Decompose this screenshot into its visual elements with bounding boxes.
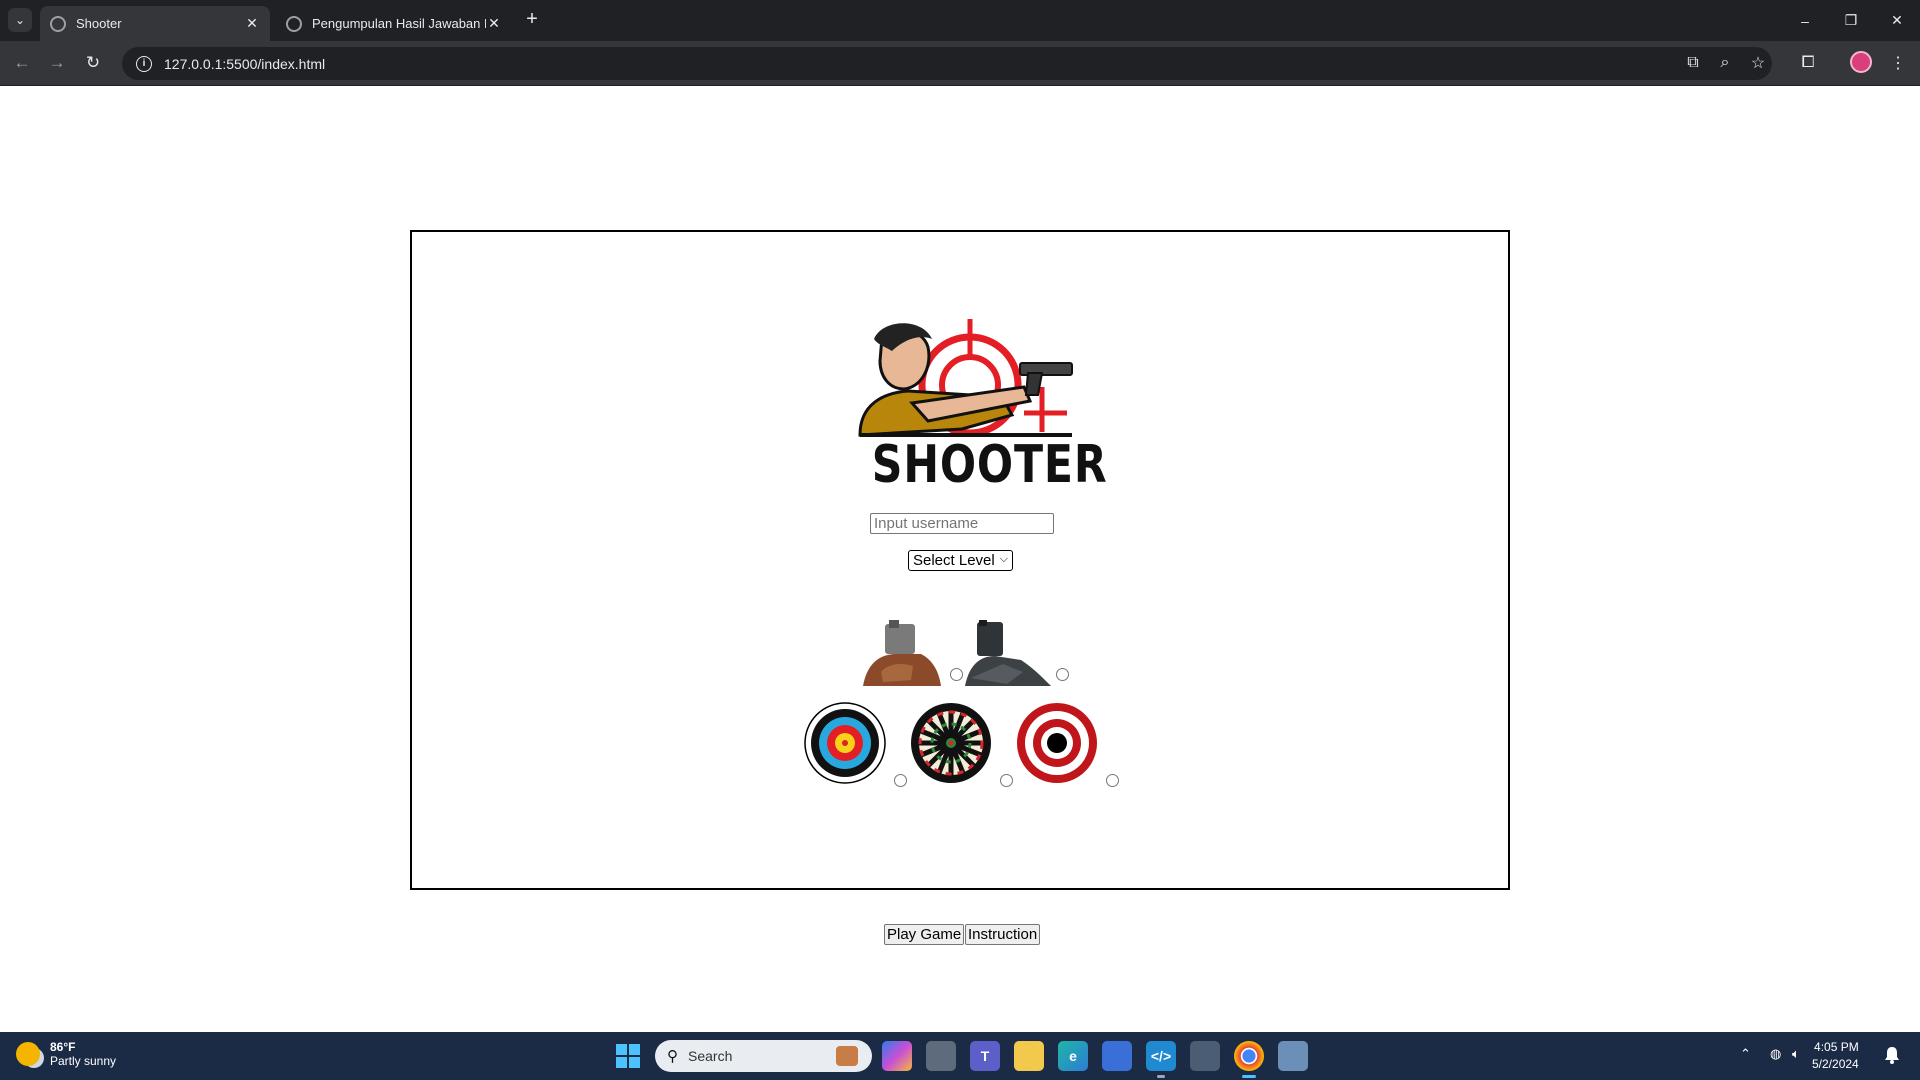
profile-avatar[interactable] <box>1850 51 1872 73</box>
minimize-button[interactable]: – <box>1782 0 1828 41</box>
globe-icon <box>286 15 302 32</box>
store-icon[interactable] <box>1102 1041 1132 1071</box>
archery-target-icon[interactable] <box>804 702 886 784</box>
pistol-hand-icon[interactable] <box>857 620 947 686</box>
back-icon[interactable]: ← <box>8 49 36 77</box>
forward-icon[interactable]: → <box>43 49 71 77</box>
dark-pistol-hand-icon[interactable] <box>963 620 1053 686</box>
copilot-icon[interactable] <box>882 1041 912 1071</box>
shooter-logo-icon <box>858 319 1073 437</box>
address-text: 127.0.0.1:5500/index.html <box>164 55 326 72</box>
bookmark-star-icon[interactable]: ☆ <box>1744 49 1772 77</box>
chrome-icon[interactable] <box>1234 1041 1264 1078</box>
chevron-down-icon: ⌵ <box>999 553 1008 565</box>
weather-condition: Partly sunny <box>50 1054 117 1068</box>
instruction-button[interactable]: Instruction <box>965 924 1041 945</box>
new-tab-button[interactable]: + <box>520 8 544 32</box>
close-tab-icon[interactable]: ✕ <box>244 15 260 32</box>
tab-shooter[interactable]: Shooter ✕ <box>40 6 270 41</box>
extensions-icon[interactable]: ⧠ <box>1794 49 1822 77</box>
target-radio-2[interactable] <box>1000 774 1013 787</box>
system-clock[interactable]: 4:05 PM 5/2/2024 <box>1812 1039 1859 1073</box>
weather-temp: 86°F <box>50 1040 76 1054</box>
browser-window: ⌄ Shooter ✕ Pengumpulan Hasil Jawaban LK… <box>0 0 1920 1032</box>
taskbar: 86°F Partly sunny ⚲ Search T e </> ⌃ ◍ 🔈… <box>0 1032 1920 1080</box>
taskbar-search[interactable]: ⚲ Search <box>655 1040 872 1072</box>
clock-date: 5/2/2024 <box>1812 1057 1859 1071</box>
tab-title: Pengumpulan Hasil Jawaban LK <box>312 16 486 31</box>
taskbar-search-label: Search <box>688 1048 733 1064</box>
logo-title: SHOOTER <box>871 435 1108 495</box>
level-select-value: Select Level <box>913 552 995 569</box>
level-select[interactable]: Select Level ⌵ <box>908 550 1013 571</box>
partly-sunny-icon <box>16 1042 40 1066</box>
task-view-icon[interactable] <box>926 1041 956 1071</box>
target-radio-1[interactable] <box>894 774 907 787</box>
translate-icon[interactable]: ⧉ <box>1679 49 1707 77</box>
search-icon: ⚲ <box>667 1048 678 1065</box>
red-bullseye-target-icon[interactable] <box>1016 702 1098 784</box>
restore-button[interactable]: ❐ <box>1828 0 1874 41</box>
vscode-icon[interactable]: </> <box>1146 1041 1176 1078</box>
game-container: SHOOTER Select Level ⌵ <box>410 230 1510 945</box>
notepad-icon[interactable] <box>1278 1041 1308 1071</box>
tab-strip: ⌄ Shooter ✕ Pengumpulan Hasil Jawaban LK… <box>0 0 1920 41</box>
shooter-logo: SHOOTER <box>852 317 1108 497</box>
browser-menu-icon[interactable]: ⋮ <box>1884 49 1912 77</box>
play-game-button[interactable]: Play Game <box>884 924 965 945</box>
close-tab-icon[interactable]: ✕ <box>486 15 502 32</box>
tab-pengumpulan[interactable]: Pengumpulan Hasil Jawaban LK ✕ <box>276 6 512 41</box>
page-content: SHOOTER Select Level ⌵ <box>0 87 1920 1032</box>
tab-search-button[interactable]: ⌄ <box>8 8 32 32</box>
close-window-button[interactable]: ✕ <box>1874 0 1920 41</box>
file-explorer-icon[interactable] <box>1014 1041 1044 1071</box>
app-icon[interactable] <box>1190 1041 1220 1071</box>
weather-widget[interactable]: 86°F Partly sunny <box>16 1040 116 1068</box>
bing-highlight-icon <box>836 1046 858 1066</box>
volume-icon[interactable]: 🔈︎ <box>1792 1046 1800 1062</box>
tab-title: Shooter <box>76 16 122 31</box>
teams-icon[interactable]: T <box>970 1041 1000 1071</box>
gun-radio-2[interactable] <box>1056 668 1069 681</box>
reload-icon[interactable]: ↻ <box>79 49 107 77</box>
username-input[interactable] <box>870 513 1054 534</box>
target-options <box>804 702 1134 792</box>
browser-toolbar: ← → ↻ i 127.0.0.1:5500/index.html ⧉ ⌕ ☆ … <box>0 41 1920 86</box>
network-icon[interactable]: ◍ <box>1770 1046 1781 1062</box>
gun-options <box>857 620 1087 692</box>
chevron-up-icon[interactable]: ⌃ <box>1740 1046 1751 1062</box>
tab-favicon-icon <box>50 15 66 32</box>
address-bar[interactable]: i 127.0.0.1:5500/index.html <box>122 47 1772 80</box>
site-info-icon[interactable]: i <box>136 55 152 72</box>
dartboard-target-icon[interactable] <box>910 702 992 784</box>
clock-time: 4:05 PM <box>1814 1040 1859 1054</box>
windows-start-icon[interactable] <box>616 1044 640 1068</box>
target-radio-3[interactable] <box>1106 774 1119 787</box>
notification-bell-icon[interactable] <box>1884 1046 1900 1064</box>
edge-icon[interactable]: e <box>1058 1041 1088 1071</box>
zoom-icon[interactable]: ⌕ <box>1711 49 1739 77</box>
gun-radio-1[interactable] <box>950 668 963 681</box>
